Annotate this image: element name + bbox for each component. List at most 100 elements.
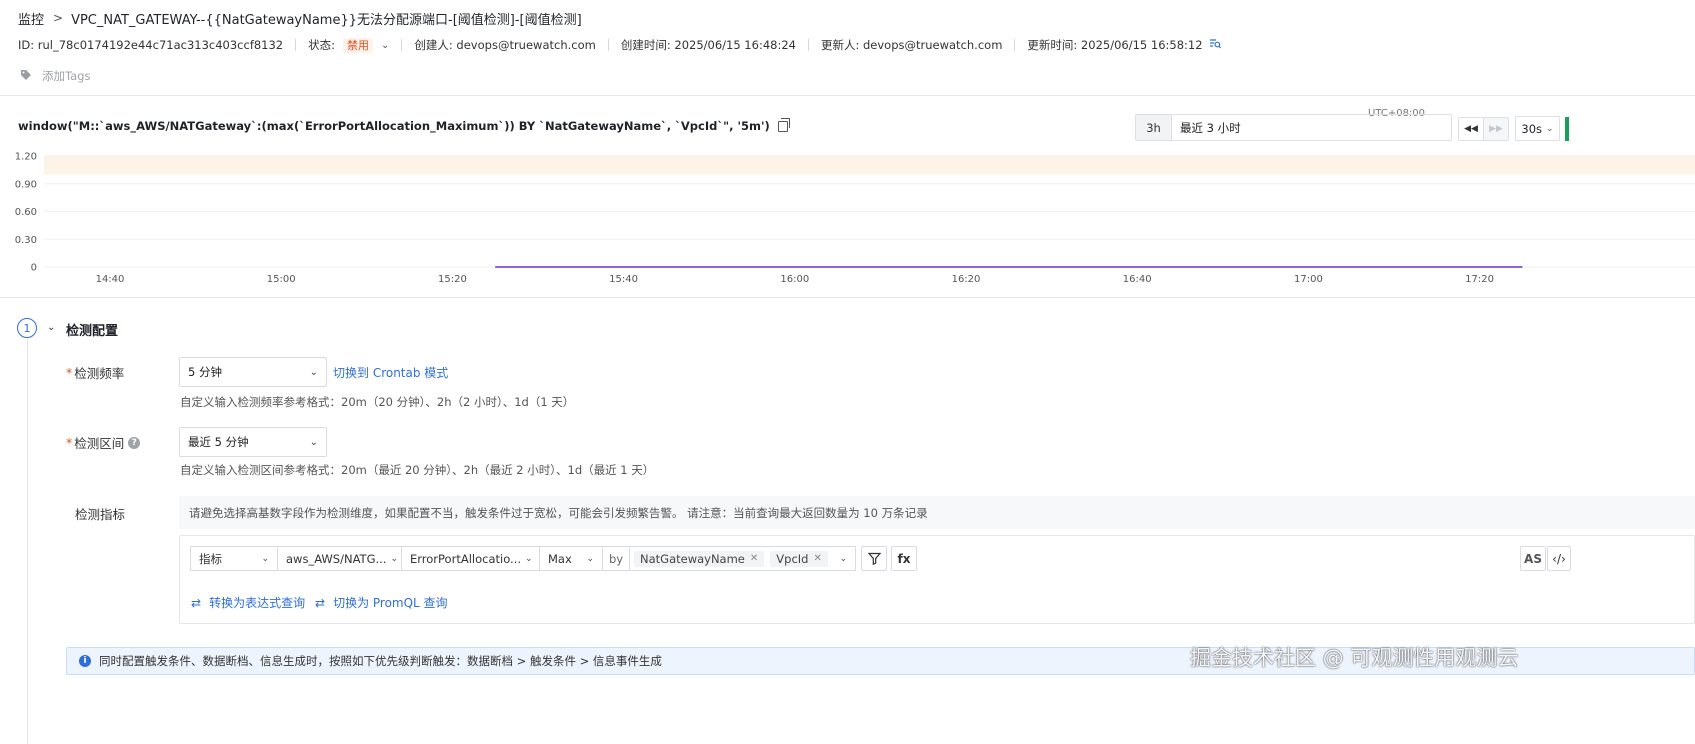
interval-hint: 自定义输入检测区间参考格式：20m（最近 20 分钟）、2h（最近 2 小时）、… xyxy=(180,463,655,477)
divider xyxy=(0,297,1695,298)
switch-crontab-link[interactable]: 切换到 Crontab 模式 xyxy=(333,364,448,381)
group-by-chip: NatGatewayName ✕ xyxy=(634,550,765,567)
chevron-down-icon: ⌄ xyxy=(309,436,318,448)
y-tick-label: 0 xyxy=(31,263,37,274)
remove-chip-icon[interactable]: ✕ xyxy=(750,553,758,564)
chevron-down-icon: ⌄ xyxy=(261,553,269,564)
time-navigation: ◀◀ ▶▶ xyxy=(1458,117,1509,141)
divider xyxy=(0,95,1695,96)
chevron-down-icon: ⌄ xyxy=(390,553,399,564)
divider xyxy=(1014,39,1016,51)
function-button[interactable]: fx xyxy=(891,546,917,571)
measurement-value: aws_AWS/NATG... xyxy=(286,551,387,566)
copy-icon[interactable] xyxy=(777,117,790,132)
metrics-label: 检测指标 xyxy=(75,507,126,522)
breadcrumb-root[interactable]: 监控 xyxy=(18,9,44,28)
chip-label: VpcId xyxy=(776,551,809,566)
frequency-label-text: 检测频率 xyxy=(74,366,125,381)
chevron-down-icon: ⌄ xyxy=(586,553,594,564)
rule-id: ID: rul_78c0174192e44c71ac313c403ccf8132 xyxy=(18,38,284,52)
y-tick-label: 0.90 xyxy=(15,179,37,190)
group-by-select[interactable]: NatGatewayName ✕ VpcId ✕ ⌄ xyxy=(629,546,856,571)
updater: 更新人: devops@truewatch.com xyxy=(820,38,1003,52)
by-label: by xyxy=(602,546,630,571)
breadcrumb-separator-icon: > xyxy=(53,11,64,25)
query-type-value: 指标 xyxy=(199,551,222,566)
status-badge: 禁用 xyxy=(343,37,374,53)
swap-icon: ⇄ xyxy=(315,595,326,610)
x-tick-label: 16:00 xyxy=(780,274,809,285)
filter-icon[interactable] xyxy=(861,546,887,571)
chevron-down-icon: ⌄ xyxy=(1546,123,1554,134)
run-button-edge[interactable] xyxy=(1565,117,1569,141)
query-expression: window("M::`aws_AWS/NATGateway`:(max(`Er… xyxy=(18,117,790,133)
x-tick-label: 16:40 xyxy=(1123,274,1152,285)
chevron-down-icon: ⌄ xyxy=(525,553,533,564)
x-tick-label: 16:20 xyxy=(952,274,981,285)
add-tags-label: 添加Tags xyxy=(42,69,91,83)
add-tags[interactable]: 添加Tags xyxy=(20,68,90,84)
metrics-warning: 请避免选择高基数字段作为检测维度，如果配置不当，触发条件过于宽松，可能会引发频繁… xyxy=(179,496,1695,529)
field-select[interactable]: ErrorPortAllocatio... ⌄ xyxy=(401,546,540,571)
chevron-down-icon: ⌄ xyxy=(309,366,318,378)
time-range-picker[interactable]: 3h 最近 3 小时 xyxy=(1135,114,1452,141)
swap-icon: ⇄ xyxy=(191,595,202,610)
query-type-select[interactable]: 指标 ⌄ xyxy=(190,546,278,571)
divider xyxy=(295,39,297,51)
x-tick-label: 15:20 xyxy=(438,274,467,285)
status: 状态: 禁用 ⌄ xyxy=(308,37,389,53)
measurement-select[interactable]: aws_AWS/NATG... ⌄ xyxy=(277,546,402,571)
query-builder: 指标 ⌄ aws_AWS/NATG... ⌄ ErrorPortAllocati… xyxy=(179,535,1695,624)
frequency-hint: 自定义输入检测频率参考格式：20m（20 分钟）、2h（2 小时）、1d（1 天… xyxy=(180,395,575,409)
watermark: 掘金技术社区 @ 可观测性用观测云 xyxy=(1190,646,1519,670)
interval-label: * 检测区间 ? xyxy=(66,433,141,452)
aggregation-select[interactable]: Max ⌄ xyxy=(539,546,603,571)
section-title[interactable]: 检测配置 xyxy=(66,320,118,339)
aggregation-value: Max xyxy=(548,551,572,566)
rewind-icon[interactable]: ◀◀ xyxy=(1459,118,1484,140)
refresh-value: 30s xyxy=(1521,121,1543,136)
convert-expression-link[interactable]: ⇄ 转换为表达式查询 xyxy=(191,594,305,611)
help-icon[interactable]: ? xyxy=(128,436,141,449)
y-tick-label: 0.60 xyxy=(15,207,37,218)
chevron-down-icon: ⌄ xyxy=(839,553,847,564)
remove-chip-icon[interactable]: ✕ xyxy=(813,553,821,564)
history-search-icon[interactable] xyxy=(1209,38,1221,52)
breadcrumb: 监控 > VPC_NAT_GATEWAY--{{NatGatewayName}}… xyxy=(18,9,582,28)
refresh-interval-select[interactable]: 30s ⌄ xyxy=(1515,116,1560,141)
required-marker: * xyxy=(66,435,73,450)
updated-at: 更新时间: 2025/06/15 16:58:12 xyxy=(1027,38,1203,52)
interval-value: 最近 5 分钟 xyxy=(188,435,249,449)
page-title: VPC_NAT_GATEWAY--{{NatGatewayName}}无法分配源… xyxy=(71,12,582,28)
chart: 1.20 0.90 0.60 0.30 0 14:40 15:00 15:20 15:40 16:… xyxy=(15,152,1695,285)
range-label: 最近 3 小时 xyxy=(1180,120,1241,135)
required-marker: * xyxy=(66,365,73,380)
frequency-label: * 检测频率 xyxy=(66,363,124,382)
step-number: 1 xyxy=(17,318,37,338)
quick-range[interactable]: 3h xyxy=(1136,115,1172,140)
group-by-chip: VpcId ✕ xyxy=(770,550,828,567)
code-icon[interactable]: ‹/› xyxy=(1547,546,1571,571)
x-tick-label: 17:00 xyxy=(1294,274,1323,285)
status-label: 状态: xyxy=(308,38,336,52)
x-tick-label: 15:00 xyxy=(267,274,296,285)
chip-label: NatGatewayName xyxy=(640,551,745,566)
frequency-select[interactable]: 5 分钟 ⌄ xyxy=(179,357,327,387)
alias-button[interactable]: AS xyxy=(1520,546,1546,571)
collapse-chevron-icon[interactable]: ⌄ xyxy=(47,322,55,333)
fast-forward-icon[interactable]: ▶▶ xyxy=(1484,118,1508,140)
created-at: 创建时间: 2025/06/15 16:48:24 xyxy=(620,38,796,52)
threshold-band xyxy=(44,156,1695,175)
info-icon: i xyxy=(79,655,91,667)
interval-select[interactable]: 最近 5 分钟 ⌄ xyxy=(179,427,327,457)
y-tick-label: 1.20 xyxy=(15,152,37,163)
field-value: ErrorPortAllocatio... xyxy=(410,551,521,566)
tag-icon xyxy=(20,69,32,84)
switch-promql-link[interactable]: ⇄ 切换为 PromQL 查询 xyxy=(315,594,448,611)
convert-expression-label: 转换为表达式查询 xyxy=(209,596,306,610)
status-chevron-down-icon[interactable]: ⌄ xyxy=(381,40,389,51)
y-tick-label: 0.30 xyxy=(15,235,37,246)
switch-promql-label: 切换为 PromQL 查询 xyxy=(333,596,448,610)
creator: 创建人: devops@truewatch.com xyxy=(414,38,596,52)
priority-info-text: 同时配置触发条件、数据断档、信息生成时，按照如下优先级判断触发：数据断档 > 触… xyxy=(99,654,662,668)
